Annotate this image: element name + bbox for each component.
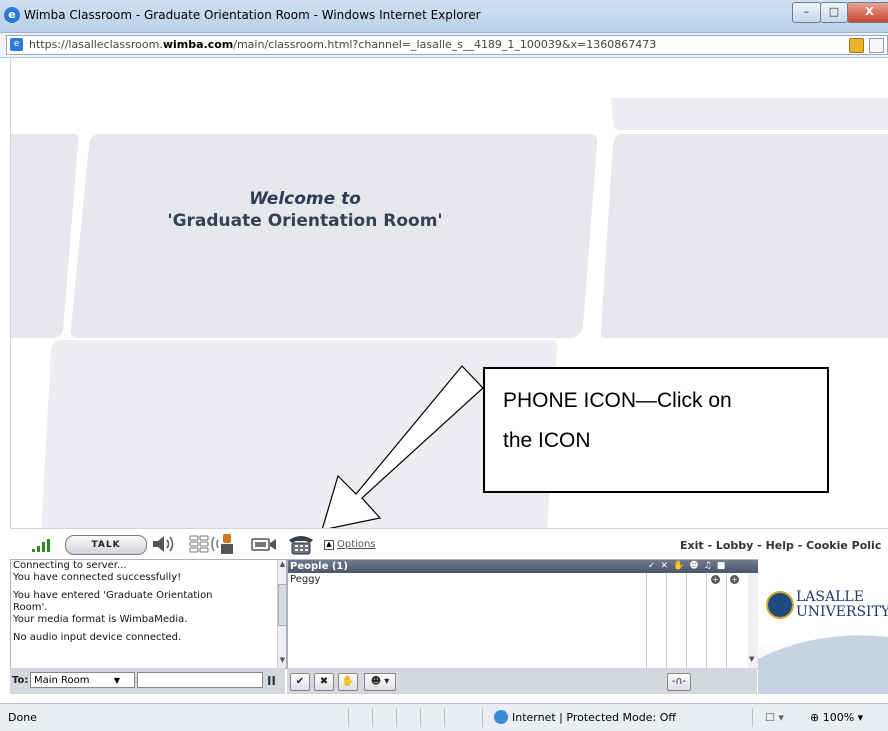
- room-select-value: Main Room: [34, 675, 90, 686]
- tile-right: [600, 134, 888, 338]
- tile-left: [11, 134, 79, 338]
- audio-meter-button[interactable]: -∩-: [667, 673, 691, 691]
- talk-button[interactable]: TALK: [65, 535, 147, 555]
- status-divider: [348, 708, 349, 727]
- callout-line-1: PHONE ICON—Click on: [503, 389, 732, 412]
- url-prefix: https://lasalleclassroom.: [29, 38, 163, 51]
- logo-line-2: UNIVERSITY: [796, 604, 888, 620]
- people-panel: People (1) ✓✕✋☻♫■ Peggy + + ▼: [287, 559, 759, 669]
- chat-message: You have connected successfully!: [13, 572, 182, 583]
- column-divider: [706, 573, 707, 668]
- minimize-button[interactable]: –: [792, 2, 821, 23]
- column-divider: [726, 573, 727, 668]
- chat-message: Connecting to server...: [13, 560, 127, 571]
- status-divider: [482, 708, 483, 727]
- people-header: People (1) ✓✕✋☻♫■: [288, 560, 758, 573]
- page-icon: e: [10, 38, 23, 51]
- tile-center: [70, 134, 598, 338]
- volume-meter-icon: [189, 535, 209, 553]
- chat-message: You have entered 'Graduate Orientation: [13, 590, 213, 601]
- people-toolbar: ✔ ✖ ✋ ☻ ▾ -∩-: [287, 668, 757, 694]
- participant-row[interactable]: Peggy: [288, 574, 758, 586]
- status-text: Done: [8, 711, 37, 724]
- room-select[interactable]: Main Room ▼: [30, 672, 135, 688]
- raise-hand-button[interactable]: ✋: [338, 673, 358, 691]
- url-field[interactable]: e https://lasalleclassroom.wimba.com/mai…: [6, 35, 888, 55]
- tile-lower: [40, 340, 558, 542]
- chat-log: Connecting to server... You have connect…: [10, 559, 287, 669]
- url-domain: wimba.com: [162, 38, 234, 51]
- emoticon-menu-button[interactable]: ☻ ▾: [364, 673, 396, 691]
- welcome-message: Welcome to 'Graduate Orientation Room': [11, 188, 599, 232]
- signal-strength-icon: [32, 539, 50, 552]
- scroll-down-icon[interactable]: ▼: [749, 655, 754, 663]
- chat-text-input[interactable]: [137, 672, 263, 688]
- to-label: To:: [12, 675, 29, 686]
- security-zone-text[interactable]: Internet | Protected Mode: Off: [512, 711, 676, 724]
- yes-button[interactable]: ✔: [290, 673, 310, 691]
- column-divider: [686, 573, 687, 668]
- scroll-up-icon[interactable]: ▲: [278, 560, 286, 568]
- status-divider: [420, 708, 421, 727]
- status-divider: [372, 708, 373, 727]
- close-button[interactable]: X: [847, 2, 888, 23]
- status-bar: Done Internet | Protected Mode: Off ☐ ▾ …: [0, 703, 888, 731]
- camera-icon[interactable]: [250, 535, 278, 553]
- top-nav-links[interactable]: Exit - Lobby - Help - Cookie Polic: [680, 539, 881, 552]
- logo-line-1: LASALLE: [796, 589, 864, 605]
- phone-icon[interactable]: [286, 532, 316, 556]
- tile-top-right: [611, 98, 888, 130]
- video-status-icon[interactable]: +: [730, 575, 739, 584]
- pause-chat-button[interactable]: II: [267, 674, 276, 688]
- status-divider: [752, 708, 753, 727]
- column-divider: [666, 573, 667, 668]
- lasalle-seal-icon: [766, 591, 794, 619]
- lock-icon[interactable]: [849, 38, 864, 53]
- callout-line-2: the ICON: [503, 429, 591, 452]
- chat-input-row: To: Main Room ▼ II: [10, 668, 285, 694]
- options-link[interactable]: Options: [337, 539, 376, 550]
- people-status-icons: ✓✕✋☻♫■: [648, 561, 731, 571]
- chat-message: No audio input device connected.: [13, 632, 182, 643]
- media-toolbar: TALK ▲ Options Exit - Lobby - Help - Coo…: [10, 528, 888, 559]
- feed-icon[interactable]: [869, 38, 884, 53]
- chevron-down-icon: ▼: [113, 676, 120, 685]
- annotation-callout: PHONE ICON—Click on the ICON: [483, 367, 829, 493]
- url-text[interactable]: https://lasalleclassroom.wimba.com/main/…: [29, 38, 656, 51]
- chat-message: Your media format is WimbaMedia.: [13, 614, 188, 625]
- window-titlebar: e Wimba Classroom - Graduate Orientation…: [0, 0, 888, 33]
- status-divider: [396, 708, 397, 727]
- column-divider: [646, 573, 647, 668]
- window-title: Wimba Classroom - Graduate Orientation R…: [24, 8, 481, 22]
- chat-scroll-thumb[interactable]: [278, 584, 286, 626]
- participant-name: Peggy: [290, 574, 321, 585]
- callout-text: PHONE ICON—Click on the ICON: [503, 381, 823, 461]
- audio-status-icon[interactable]: +: [711, 575, 720, 584]
- no-button[interactable]: ✖: [314, 673, 334, 691]
- options-expand-icon[interactable]: ▲: [324, 540, 334, 550]
- maximize-button[interactable]: □: [820, 2, 848, 23]
- logo-background-wave: [758, 635, 888, 694]
- welcome-line-2: 'Graduate Orientation Room': [167, 211, 443, 231]
- chat-message: Room'.: [13, 602, 48, 613]
- speaker-icon[interactable]: [150, 533, 180, 555]
- scroll-down-icon[interactable]: ▼: [278, 656, 286, 664]
- hand-raise-mic-icon[interactable]: [210, 532, 242, 556]
- internet-zone-icon: [494, 710, 508, 724]
- institution-logo-area: LASALLE UNIVERSITY: [758, 559, 888, 694]
- chat-scrollbar[interactable]: ▲ ▼: [277, 560, 286, 668]
- url-path: /main/classroom.html?channel=_lasalle_s_…: [233, 38, 657, 51]
- protected-mode-icon[interactable]: ☐ ▾: [765, 711, 784, 724]
- welcome-line-1: Welcome to: [249, 189, 361, 209]
- people-scrollbar[interactable]: ▼: [748, 573, 758, 668]
- ie-logo-icon: e: [4, 7, 20, 23]
- status-divider: [444, 708, 445, 727]
- people-title: People (1): [290, 561, 348, 572]
- zoom-level[interactable]: ⊕ 100% ▾: [810, 711, 863, 724]
- address-bar: e https://lasalleclassroom.wimba.com/mai…: [0, 33, 888, 58]
